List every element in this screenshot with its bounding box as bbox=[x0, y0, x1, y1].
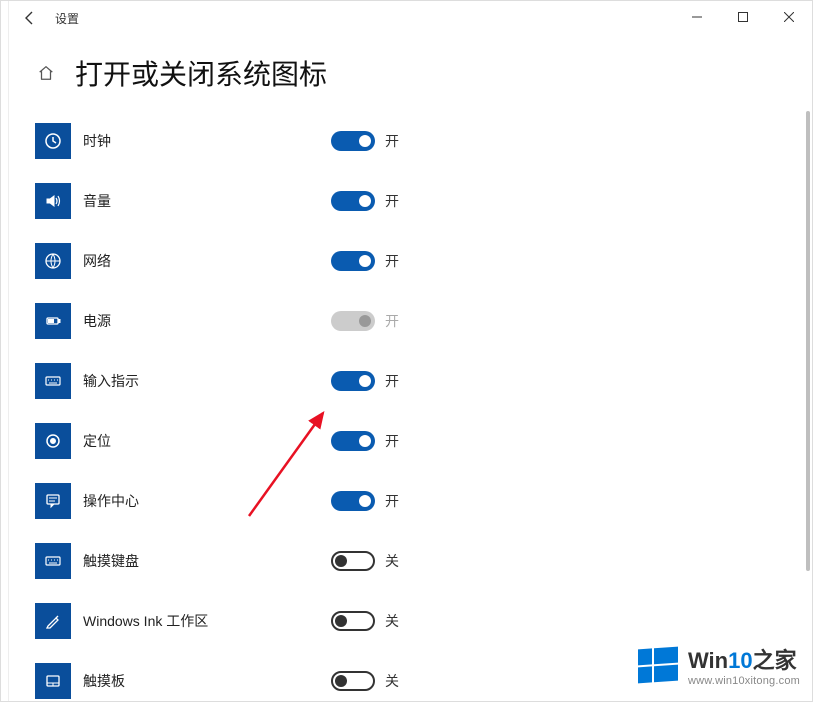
network-icon bbox=[35, 243, 71, 279]
toggle-state-label: 开 bbox=[385, 371, 399, 391]
toggle-state-label: 关 bbox=[385, 611, 399, 631]
minimize-button[interactable] bbox=[674, 1, 720, 33]
row-label: 电源 bbox=[83, 311, 323, 331]
titlebar: 设置 bbox=[1, 1, 812, 35]
row-label: 网络 bbox=[83, 251, 323, 271]
scrollbar[interactable] bbox=[806, 111, 810, 571]
watermark: Win10之家 www.win10xitong.com bbox=[638, 643, 800, 687]
row-label: 音量 bbox=[83, 191, 323, 211]
close-button[interactable] bbox=[766, 1, 812, 33]
toggle-state-label: 开 bbox=[385, 131, 399, 151]
keyboard-icon bbox=[35, 363, 71, 399]
toggle-volume[interactable] bbox=[331, 191, 375, 211]
clock-icon bbox=[35, 123, 71, 159]
row-ime: 输入指示 开 bbox=[35, 351, 798, 411]
row-label: Windows Ink 工作区 bbox=[83, 611, 323, 631]
toggle-state-label: 关 bbox=[385, 551, 399, 571]
maximize-icon bbox=[738, 12, 748, 22]
window-controls bbox=[674, 1, 812, 33]
toggle-state-label: 开 bbox=[385, 491, 399, 511]
back-button[interactable] bbox=[9, 1, 51, 35]
toggle-clock[interactable] bbox=[331, 131, 375, 151]
toggle-power bbox=[331, 311, 375, 331]
row-location: 定位 开 bbox=[35, 411, 798, 471]
app-title: 设置 bbox=[55, 10, 79, 27]
row-clock: 时钟 开 bbox=[35, 111, 798, 171]
row-label: 时钟 bbox=[83, 131, 323, 151]
toggle-state-label: 关 bbox=[385, 671, 399, 691]
watermark-url: www.win10xitong.com bbox=[688, 675, 800, 687]
row-label: 触摸板 bbox=[83, 671, 323, 691]
minimize-icon bbox=[692, 12, 702, 22]
row-action-center: 操作中心 开 bbox=[35, 471, 798, 531]
row-network: 网络 开 bbox=[35, 231, 798, 291]
power-icon bbox=[35, 303, 71, 339]
toggle-ime[interactable] bbox=[331, 371, 375, 391]
arrow-left-icon bbox=[22, 10, 38, 26]
location-icon bbox=[35, 423, 71, 459]
left-edge-strip bbox=[1, 1, 9, 701]
row-label: 操作中心 bbox=[83, 491, 323, 511]
toggle-state-label: 开 bbox=[385, 191, 399, 211]
touch-keyboard-icon bbox=[35, 543, 71, 579]
row-windows-ink: Windows Ink 工作区 关 bbox=[35, 591, 798, 651]
toggle-touch-keyboard[interactable] bbox=[331, 551, 375, 571]
settings-list: 时钟 开 音量 开 网络 开 bbox=[35, 111, 798, 701]
row-label: 输入指示 bbox=[83, 371, 323, 391]
toggle-network[interactable] bbox=[331, 251, 375, 271]
touchpad-icon bbox=[35, 663, 71, 699]
watermark-brand: Win10之家 bbox=[688, 643, 800, 675]
close-icon bbox=[784, 12, 794, 22]
row-touch-keyboard: 触摸键盘 关 bbox=[35, 531, 798, 591]
windows-logo-icon bbox=[638, 647, 678, 684]
action-center-icon bbox=[35, 483, 71, 519]
page-header: 打开或关闭系统图标 bbox=[1, 35, 812, 117]
row-volume: 音量 开 bbox=[35, 171, 798, 231]
page-title: 打开或关闭系统图标 bbox=[75, 53, 327, 93]
settings-window: 设置 打开或关闭系统图标 时钟 开 bbox=[0, 0, 813, 702]
toggle-action-center[interactable] bbox=[331, 491, 375, 511]
toggle-location[interactable] bbox=[331, 431, 375, 451]
toggle-state-label: 开 bbox=[385, 431, 399, 451]
row-power: 电源 开 bbox=[35, 291, 798, 351]
row-label: 定位 bbox=[83, 431, 323, 451]
home-icon bbox=[37, 64, 55, 82]
toggle-state-label: 开 bbox=[385, 251, 399, 271]
pen-icon bbox=[35, 603, 71, 639]
home-button[interactable] bbox=[35, 62, 57, 84]
volume-icon bbox=[35, 183, 71, 219]
maximize-button[interactable] bbox=[720, 1, 766, 33]
toggle-state-label: 开 bbox=[385, 311, 399, 331]
row-label: 触摸键盘 bbox=[83, 551, 323, 571]
toggle-touchpad[interactable] bbox=[331, 671, 375, 691]
toggle-windows-ink[interactable] bbox=[331, 611, 375, 631]
